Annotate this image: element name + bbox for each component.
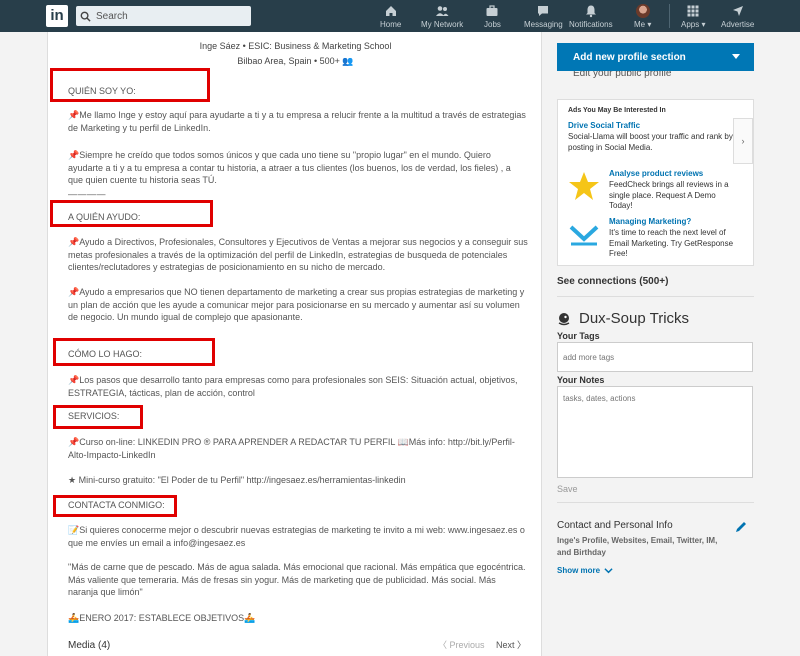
search-icon: [80, 11, 91, 22]
ad-description: Social-Llama will boost your traffic and…: [568, 132, 733, 152]
dash-separator: — — — —: [68, 189, 106, 199]
summary-paragraph: "Más de carne que de pescado. Más de agu…: [68, 562, 526, 597]
top-nav: in Home My Network Jobs Messaging Notifi…: [0, 0, 800, 32]
tags-label: Your Tags: [557, 331, 600, 341]
show-more-link[interactable]: Show more: [557, 566, 613, 575]
email-chevron-icon[interactable]: [568, 217, 600, 249]
media-heading: Media (4): [68, 640, 111, 651]
section-servicios: SERVICIOS:: [68, 411, 120, 421]
nav-me-label: Me ▾: [634, 20, 652, 29]
compass-icon: [732, 6, 743, 16]
bell-icon: [585, 5, 596, 18]
notes-label: Your Notes: [557, 375, 605, 385]
nav-my-network[interactable]: My Network: [421, 4, 463, 30]
home-icon: [385, 6, 396, 16]
linkedin-logo[interactable]: in: [46, 5, 68, 27]
notes-textarea[interactable]: [557, 386, 753, 478]
tags-input[interactable]: [557, 342, 753, 372]
nav-jobs-label: Jobs: [484, 20, 501, 29]
summary-paragraph: ★ Mini-curso gratuito: "El Poder de tu P…: [68, 475, 406, 485]
nav-advertise[interactable]: Advertise: [721, 4, 754, 30]
edit-public-profile-link[interactable]: Edit your public profile: [573, 71, 671, 79]
dux-soup-icon: [558, 312, 570, 325]
nav-advertise-label: Advertise: [721, 20, 755, 29]
nav-divider: [669, 4, 670, 28]
network-icon: [436, 6, 449, 16]
contact-info-description: Inge's Profile, Websites, Email, Twitter…: [557, 536, 718, 557]
nav-messaging[interactable]: Messaging: [524, 4, 563, 30]
profile-location: Bilbao Area, Spain • 500+ 👥: [237, 56, 354, 66]
section-a-quien-ayudo: A QUIÉN AYUDO:: [68, 212, 141, 222]
add-profile-section-label: Add new profile section: [573, 51, 686, 63]
ad-title[interactable]: Drive Social Traffic: [568, 121, 640, 130]
section-como-lo-hago: CÓMO LO HAGO:: [68, 349, 143, 359]
nav-notifications[interactable]: Notifications: [569, 4, 613, 30]
chat-icon: [538, 6, 549, 16]
summary-paragraph: 📝Si quieres conocerme mejor o descubrir …: [68, 525, 525, 548]
ad-description: FeedCheck brings all reviews in a single…: [609, 180, 729, 210]
ad-title[interactable]: Managing Marketing?: [609, 217, 691, 226]
summary-paragraph: 📌Los pasos que desarrollo tanto para emp…: [68, 375, 518, 398]
pencil-icon[interactable]: [734, 520, 748, 534]
contact-info-title: Contact and Personal Info: [557, 520, 673, 531]
nav-me[interactable]: Me ▾: [634, 4, 651, 30]
chevron-down-icon: [604, 568, 613, 574]
nav-apps-label: Apps ▾: [681, 20, 706, 29]
avatar: [635, 4, 650, 18]
ads-panel: Ads You May Be Interested In Drive Socia…: [557, 99, 754, 266]
next-button[interactable]: Next 〉: [496, 638, 526, 651]
summary-paragraph: 📌Siempre he creído que todos somos único…: [68, 150, 511, 185]
profile-headline: Inge Sáez • ESIC: Business & Marketing S…: [199, 41, 392, 51]
nav-messaging-label: Messaging: [524, 20, 563, 29]
previous-button[interactable]: 〈 Previous: [438, 638, 485, 651]
chevron-down-icon: [732, 54, 740, 59]
dux-soup-title: Dux-Soup Tricks: [579, 310, 690, 327]
divider: [557, 502, 754, 503]
section-quien-soy-yo: QUIÉN SOY YO:: [68, 86, 136, 96]
ads-title: Ads You May Be Interested In: [568, 107, 666, 114]
nav-home-label: Home: [380, 20, 402, 29]
summary-paragraph: 🚣ENERO 2017: ESTABLECE OBJETIVOS🚣: [68, 613, 256, 623]
summary-paragraph: 📌Curso on-line: LINKEDIN PRO ® PARA APRE…: [68, 437, 515, 460]
highlight-box-quien-soy-yo: [50, 68, 210, 102]
add-profile-section-button[interactable]: Add new profile section: [557, 43, 754, 71]
briefcase-icon: [486, 5, 498, 16]
show-more-label: Show more: [557, 566, 601, 575]
see-connections-link[interactable]: See connections (500+): [557, 276, 668, 287]
save-button[interactable]: Save: [557, 484, 578, 494]
search-box[interactable]: [76, 6, 251, 26]
summary-paragraph: 📌Me llamo Inge y estoy aquí para ayudart…: [68, 110, 526, 133]
ad-title[interactable]: Analyse product reviews: [609, 169, 703, 178]
section-contacta-conmigo: CONTACTA CONMIGO:: [68, 500, 165, 510]
nav-jobs[interactable]: Jobs: [484, 4, 501, 30]
grid-icon: [687, 5, 699, 17]
summary-paragraph: 📌Ayudo a empresarios que NO tienen depar…: [68, 287, 525, 322]
search-input[interactable]: [96, 10, 236, 22]
divider: [557, 296, 754, 297]
nav-home[interactable]: Home: [380, 4, 401, 30]
star-icon[interactable]: [568, 170, 600, 202]
summary-paragraph: 📌Ayudo a Directivos, Profesionales, Cons…: [68, 237, 528, 272]
nav-apps[interactable]: Apps ▾: [681, 4, 705, 30]
profile-summary-card: Inge Sáez • ESIC: Business & Marketing S…: [47, 32, 542, 656]
dux-soup-header: Dux-Soup Tricks: [557, 310, 689, 327]
nav-my-network-label: My Network: [421, 20, 464, 29]
ad-next-arrow[interactable]: ›: [733, 118, 753, 164]
nav-notifications-label: Notifications: [569, 20, 613, 29]
ad-description: It's time to reach the next level of Ema…: [609, 228, 734, 258]
